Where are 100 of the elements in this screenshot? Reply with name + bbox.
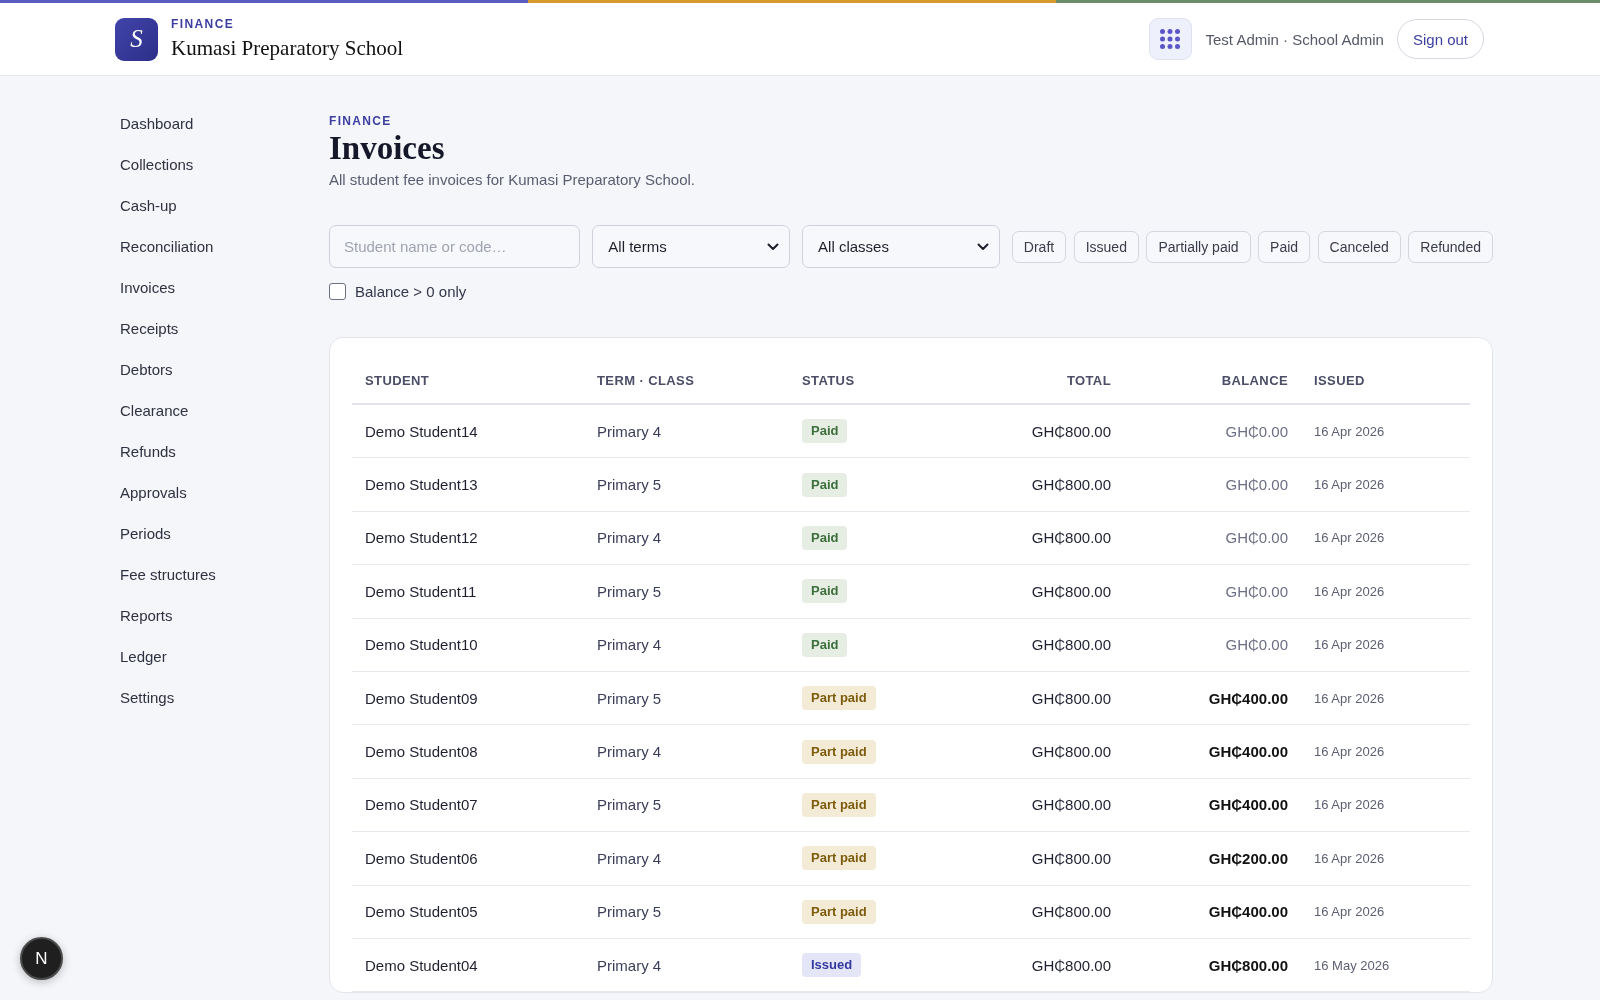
sidebar-item[interactable]: Dashboard: [115, 103, 199, 144]
term-class: Primary 4: [597, 636, 662, 654]
user-name: Test Admin · School Admin: [1205, 30, 1384, 48]
section-label: FINANCE: [171, 17, 235, 32]
sidebar-item[interactable]: Refunds: [115, 431, 181, 472]
student-name: Demo Student14: [365, 422, 478, 440]
issued-date: 16 Apr 2026: [1314, 797, 1385, 813]
term-class: Primary 4: [597, 422, 662, 440]
sidebar-item[interactable]: Settings: [115, 677, 180, 718]
total-amount: GH₵800.00: [1031, 849, 1111, 867]
column-header: STUDENT: [365, 373, 430, 388]
section-label: FINANCE: [329, 113, 392, 129]
column-header: STATUS: [802, 373, 855, 388]
student-name: Demo Student11: [365, 582, 477, 600]
status-badge: Paid: [802, 632, 848, 657]
total-amount: GH₵800.00: [1031, 476, 1111, 494]
total-amount: GH₵800.00: [1031, 529, 1111, 547]
total-amount: GH₵800.00: [1031, 743, 1111, 761]
student-name: Demo Student08: [365, 743, 478, 761]
apps-button[interactable]: [1148, 18, 1192, 60]
issued-date: 16 Apr 2026: [1314, 904, 1385, 920]
sidebar-item[interactable]: Receipts: [115, 308, 184, 349]
student-name: Demo Student06: [365, 849, 478, 867]
chevron-down-icon: [976, 242, 989, 251]
grid-icon: [1160, 29, 1181, 49]
status-badge: Paid: [802, 472, 848, 497]
sign-out-button[interactable]: Sign out: [1396, 19, 1484, 59]
status-badge: Paid: [802, 579, 848, 604]
term-class: Primary 4: [597, 849, 662, 867]
issued-date: 16 Apr 2026: [1314, 477, 1385, 493]
term-class: Primary 4: [597, 743, 662, 761]
balance-amount: GH₵400.00: [1208, 689, 1288, 707]
sidebar-item[interactable]: Debtors: [115, 349, 178, 390]
balance-amount: GH₵0.00: [1225, 636, 1288, 654]
issued-date: 16 Apr 2026: [1314, 530, 1385, 546]
column-header: TERM · CLASS: [597, 373, 695, 388]
column-header: BALANCE: [1221, 373, 1288, 388]
issued-date: 16 Apr 2026: [1314, 637, 1385, 653]
sidebar-item[interactable]: Approvals: [115, 472, 192, 513]
status-filter-chip[interactable]: Draft: [1011, 230, 1067, 263]
sidebar-item[interactable]: Collections: [115, 144, 199, 185]
page-subtitle: All student fee invoices for Kumasi Preparatory School.: [329, 170, 695, 190]
status-badge: Issued: [802, 953, 862, 978]
status-badge: Part paid: [802, 686, 876, 711]
sidebar-item[interactable]: Periods: [115, 513, 176, 554]
issued-date: 16 Apr 2026: [1314, 744, 1385, 760]
balance-amount: GH₵400.00: [1208, 796, 1288, 814]
student-name: Demo Student04: [365, 956, 478, 974]
issued-date: 16 May 2026: [1314, 957, 1390, 973]
student-name: Demo Student13: [365, 476, 478, 494]
column-header: TOTAL: [1066, 373, 1111, 388]
balance-checkbox[interactable]: [329, 282, 346, 300]
chevron-down-icon: [767, 242, 780, 251]
class-select[interactable]: All classes: [802, 225, 1000, 268]
page-title: Invoices: [329, 129, 445, 167]
sidebar-item[interactable]: Reconciliation: [115, 226, 219, 267]
status-badge: Part paid: [802, 846, 876, 871]
term-class: Primary 4: [597, 956, 662, 974]
status-filter-chip[interactable]: Issued: [1073, 230, 1139, 263]
term-class: Primary 5: [597, 476, 662, 494]
dev-indicator-button[interactable]: N: [20, 937, 63, 980]
total-amount: GH₵800.00: [1031, 422, 1111, 440]
student-name: Demo Student10: [365, 636, 478, 654]
term-class: Primary 5: [597, 903, 662, 921]
status-filter-chip[interactable]: Canceled: [1317, 230, 1401, 263]
balance-amount: GH₵0.00: [1225, 582, 1288, 600]
term-select[interactable]: All terms: [592, 225, 791, 268]
search-field[interactable]: Student name or code…: [329, 225, 581, 268]
balance-amount: GH₵800.00: [1208, 956, 1288, 974]
issued-date: 16 Apr 2026: [1314, 850, 1385, 866]
sidebar-item[interactable]: Reports: [115, 595, 178, 636]
issued-date: 16 Apr 2026: [1314, 690, 1385, 706]
status-badge: Part paid: [802, 792, 876, 817]
status-badge: Part paid: [802, 739, 876, 764]
term-class: Primary 5: [597, 689, 662, 707]
status-filter-chip[interactable]: Paid: [1258, 230, 1311, 263]
school-name: Kumasi Preparatory School: [171, 35, 404, 61]
checkbox-label: Balance > 0 only: [355, 282, 467, 300]
balance-amount: GH₵400.00: [1208, 903, 1288, 921]
sidebar-item[interactable]: Clearance: [115, 390, 194, 431]
sidebar-item[interactable]: Fee structures: [115, 554, 221, 595]
student-name: Demo Student05: [365, 903, 478, 921]
sidebar-item[interactable]: Ledger: [115, 636, 172, 677]
total-amount: GH₵800.00: [1031, 582, 1111, 600]
issued-date: 16 Apr 2026: [1314, 423, 1385, 439]
term-class: Primary 5: [597, 582, 662, 600]
status-filter-chip[interactable]: Refunded: [1408, 230, 1493, 263]
balance-amount: GH₵0.00: [1225, 476, 1288, 494]
status-badge: Paid: [802, 525, 848, 550]
balance-amount: GH₵0.00: [1225, 529, 1288, 547]
total-amount: GH₵800.00: [1031, 956, 1111, 974]
sidebar-item[interactable]: Cash-up: [115, 185, 182, 226]
student-name: Demo Student07: [365, 796, 478, 814]
total-amount: GH₵800.00: [1031, 796, 1111, 814]
sidebar-item[interactable]: Invoices: [115, 267, 181, 308]
column-header: ISSUED: [1314, 373, 1365, 388]
term-class: Primary 4: [597, 529, 662, 547]
school-logo: S: [115, 17, 158, 61]
status-filter-chip[interactable]: Partially paid: [1146, 230, 1251, 263]
balance-amount: GH₵200.00: [1208, 849, 1288, 867]
